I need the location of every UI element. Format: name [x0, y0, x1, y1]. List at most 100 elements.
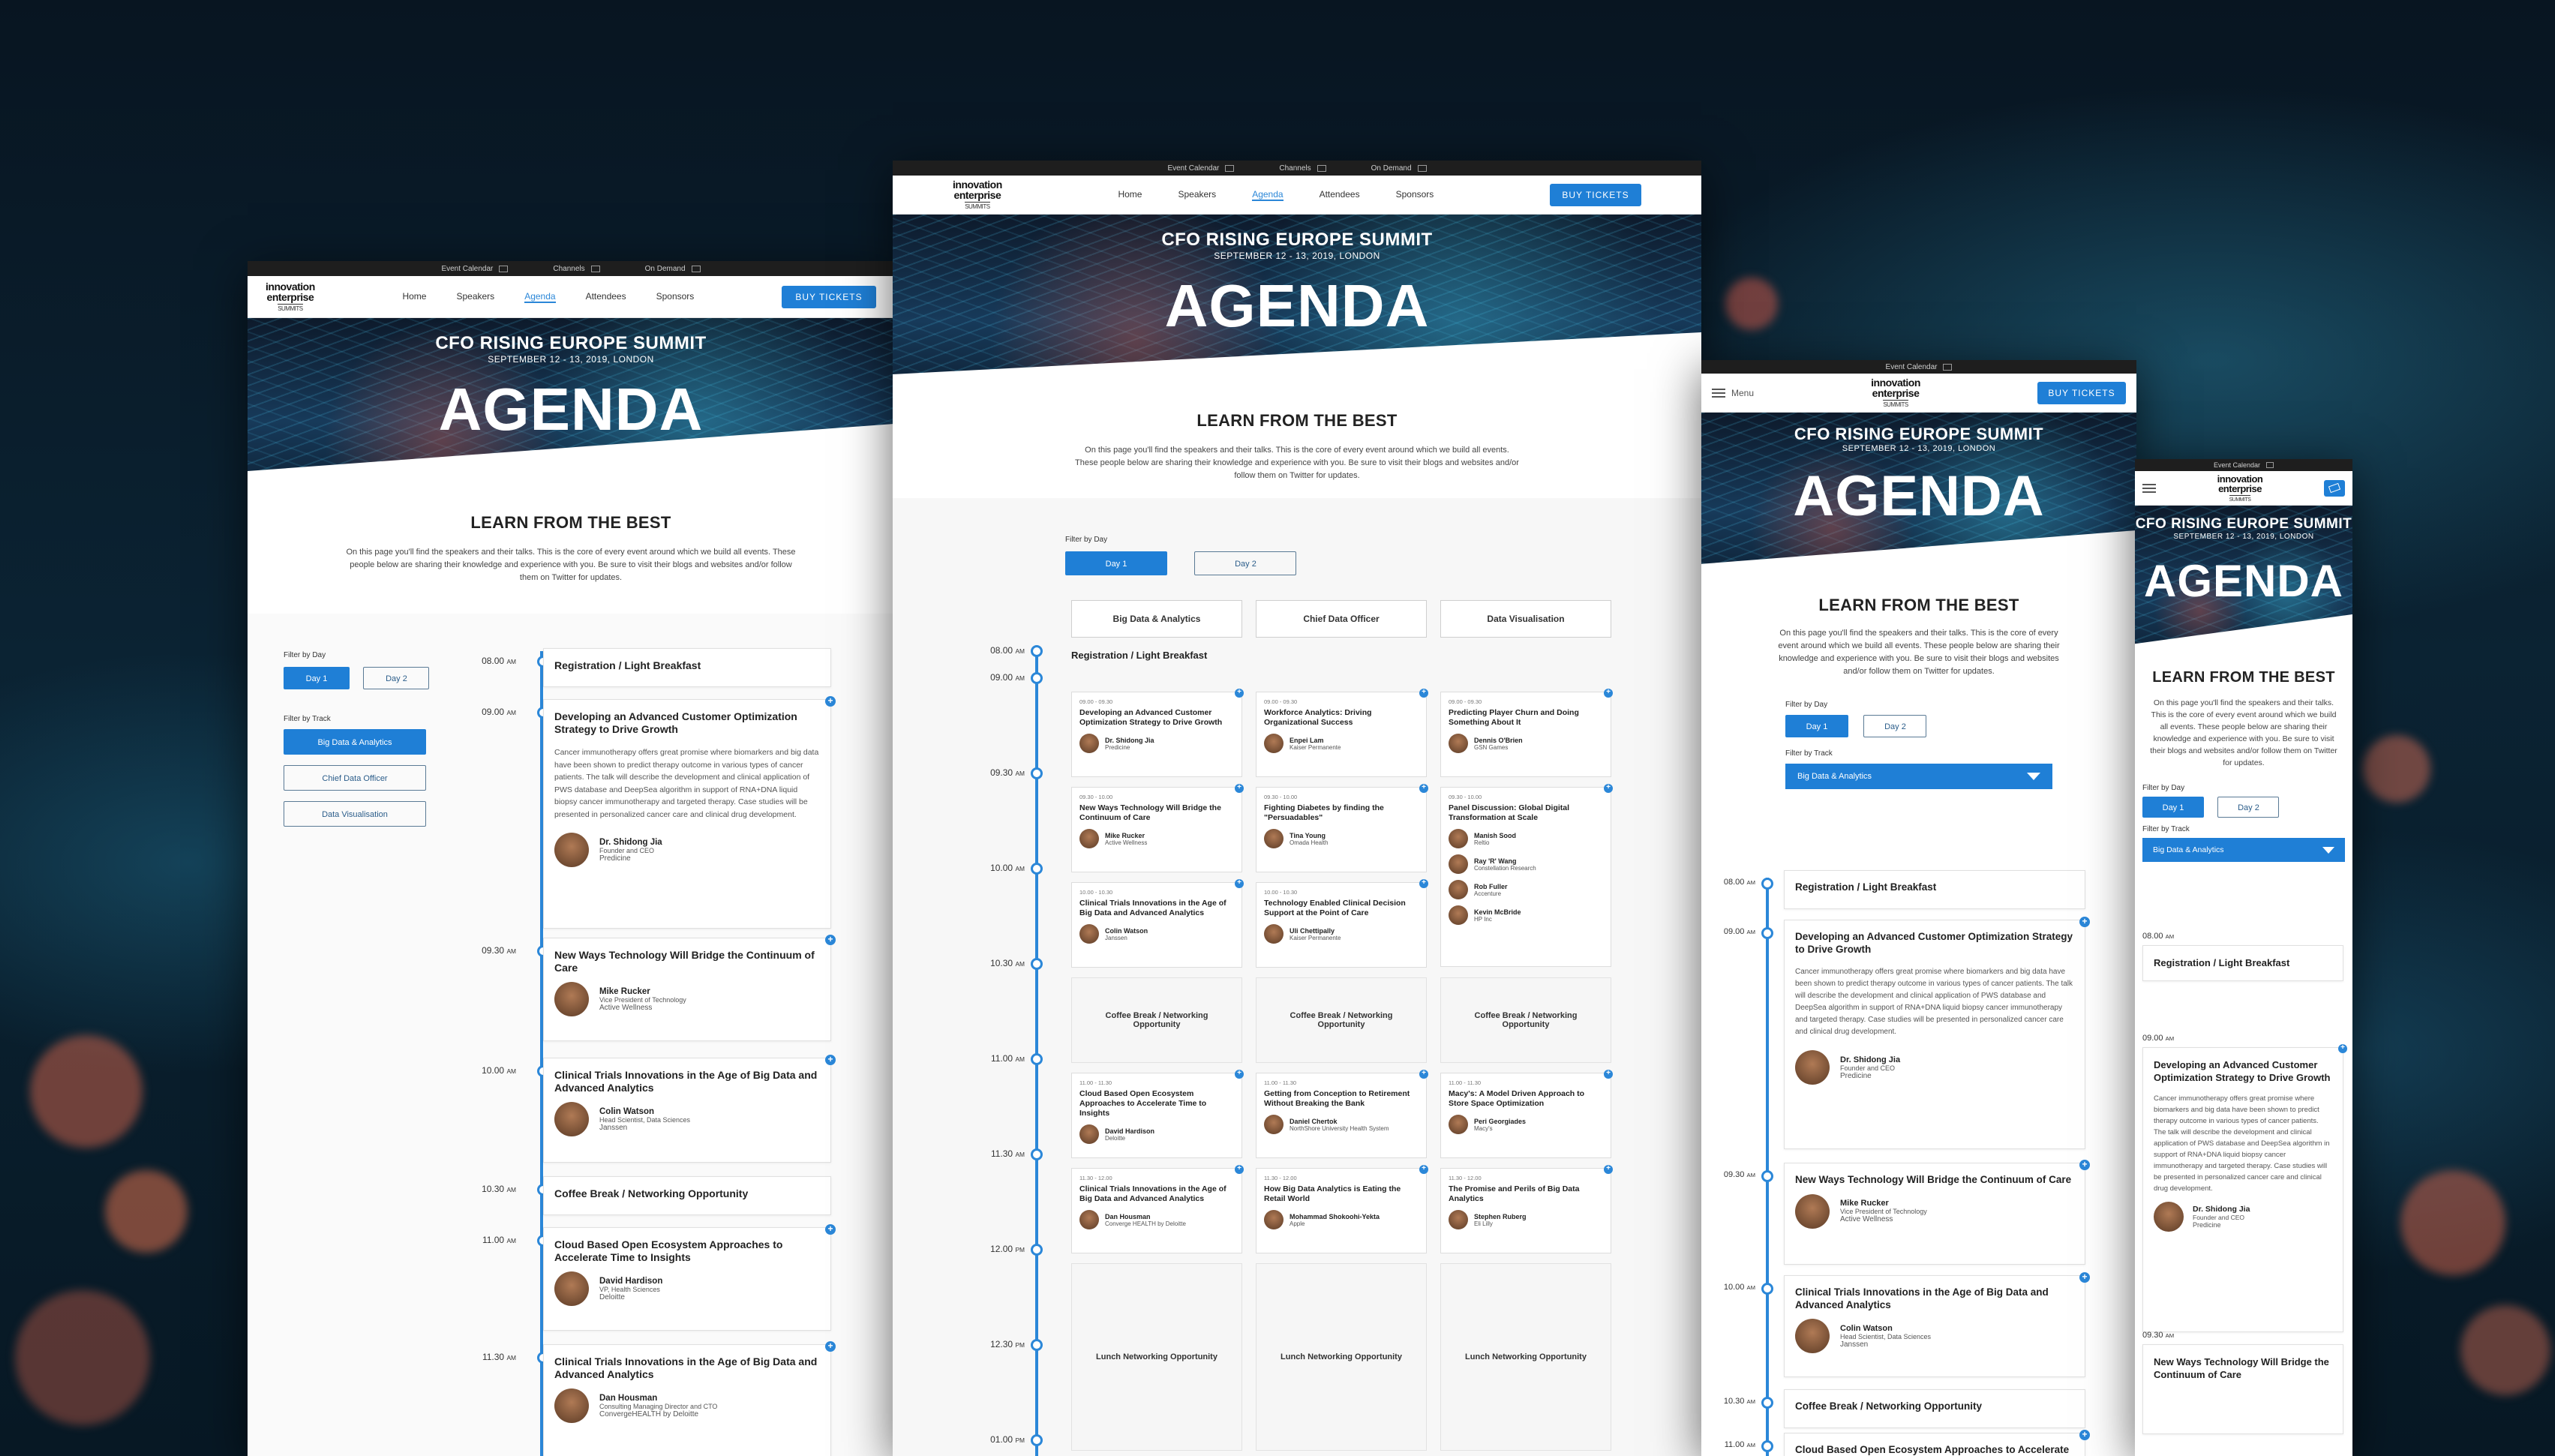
speaker[interactable]: Dan Housman Converge HEALTH by Deloitte [1079, 1210, 1234, 1229]
plus-icon[interactable]: + [825, 696, 836, 707]
grid-session-card[interactable]: 11.00 - 11.30 Getting from Conception to … [1256, 1073, 1427, 1158]
agenda-card[interactable]: New Ways Technology Will Bridge the Cont… [1784, 1163, 2085, 1265]
speaker[interactable]: Kevin McBride HP Inc [1449, 905, 1603, 925]
agenda-card[interactable]: Cloud Based Open Ecosystem Approaches to… [1784, 1433, 2085, 1456]
agenda-card[interactable]: Clinical Trials Innovations in the Age o… [543, 1058, 831, 1163]
day-2-button-4[interactable]: Day 2 [2217, 797, 2280, 818]
ticket-icon[interactable] [2324, 479, 2345, 497]
channels-link[interactable]: Channels [553, 265, 600, 273]
track-select[interactable]: Big Data & Analytics [1785, 764, 2052, 789]
site-logo-2[interactable]: innovation enterprise SUMMITS [953, 179, 1002, 210]
agenda-card[interactable]: Registration / Light Breakfast [543, 648, 831, 687]
nav-home[interactable]: Home [1118, 189, 1142, 201]
speaker[interactable]: Enpei Lam Kaiser Permanente [1264, 734, 1419, 753]
nav-speakers[interactable]: Speakers [1178, 189, 1216, 201]
plus-icon[interactable]: + [2079, 917, 2090, 927]
plus-icon[interactable]: + [1235, 784, 1244, 793]
day-2-button-2[interactable]: Day 2 [1194, 551, 1297, 575]
day-1-button[interactable]: Day 1 [284, 667, 350, 689]
nav-sponsors[interactable]: Sponsors [1396, 189, 1434, 201]
plus-icon[interactable]: + [1419, 784, 1428, 793]
agenda-card[interactable]: Developing an Advanced Customer Optimiza… [2142, 1047, 2343, 1332]
on-demand-link[interactable]: On Demand [645, 265, 701, 273]
plus-icon[interactable]: + [825, 935, 836, 945]
plus-icon[interactable]: + [2079, 1272, 2090, 1283]
agenda-card[interactable]: Clinical Trials Innovations in the Age o… [543, 1344, 831, 1456]
speaker[interactable]: David Hardison Deloitte [1079, 1124, 1234, 1144]
site-logo[interactable]: innovation enterprise SUMMITS [266, 281, 315, 312]
nav-sponsors[interactable]: Sponsors [656, 291, 695, 303]
speaker[interactable]: Daniel Chertok NorthShore University Heal… [1264, 1115, 1419, 1134]
buy-tickets-button-2[interactable]: BUY TICKETS [1550, 183, 1641, 206]
speaker[interactable]: Ray 'R' Wang Constellation Research [1449, 854, 1603, 874]
nav-agenda[interactable]: Agenda [524, 291, 556, 303]
speaker[interactable]: Dan Housman Consulting Managing Director … [554, 1388, 820, 1423]
grid-session-card[interactable]: 09.00 - 09.30 Predicting Player Churn and… [1440, 692, 1611, 777]
nav-attendees[interactable]: Attendees [1320, 189, 1360, 201]
speaker[interactable]: Uli Chettipally Kaiser Permanente [1264, 924, 1419, 944]
plus-icon[interactable]: + [2079, 1430, 2090, 1440]
buy-tickets-button-3[interactable]: BUY TICKETS [2037, 381, 2126, 404]
plus-icon[interactable]: + [1604, 784, 1613, 793]
speaker[interactable]: Mike Rucker Vice President of Technology A… [1795, 1193, 2074, 1229]
menu-toggle[interactable]: Menu [1712, 388, 1754, 398]
plus-icon[interactable]: + [1604, 1165, 1613, 1174]
plus-icon[interactable]: + [1604, 1070, 1613, 1079]
site-logo-4[interactable]: innovation enterprise SUMMITS [2217, 474, 2263, 503]
plus-icon[interactable]: + [1419, 689, 1428, 698]
grid-session-card[interactable]: 11.00 - 11.30 Macy's: A Model Driven Appr… [1440, 1073, 1611, 1158]
plus-icon[interactable]: + [1235, 689, 1244, 698]
track-datavis-button[interactable]: Data Visualisation [284, 801, 426, 827]
agenda-card[interactable]: Coffee Break / Networking Opportunity [543, 1176, 831, 1215]
track-big-data-button[interactable]: Big Data & Analytics [284, 729, 426, 755]
day-2-button-3[interactable]: Day 2 [1863, 715, 1927, 737]
event-calendar-link-4[interactable]: Event Calendar [2214, 461, 2274, 469]
plus-icon[interactable]: + [1235, 879, 1244, 888]
speaker[interactable]: Peri Georgiades Macy's [1449, 1115, 1603, 1134]
nav-home[interactable]: Home [402, 291, 426, 303]
grid-session-card[interactable]: 10.00 - 10.30 Clinical Trials Innovations… [1071, 882, 1242, 968]
speaker[interactable]: Dr. Shidong Jia Founder and CEO Predicine [2154, 1202, 2332, 1232]
buy-tickets-button[interactable]: BUY TICKETS [782, 285, 876, 308]
nav-agenda[interactable]: Agenda [1252, 189, 1284, 201]
grid-session-card[interactable]: 11.00 - 11.30 Cloud Based Open Ecosystem … [1071, 1073, 1242, 1158]
event-calendar-link[interactable]: Event Calendar [441, 265, 509, 273]
speaker[interactable]: David Hardison VP, Health Sciences Deloitt… [554, 1271, 820, 1306]
grid-session-card[interactable]: 11.30 - 12.00 The Promise and Perils of B… [1440, 1168, 1611, 1253]
speaker[interactable]: Dr. Shidong Jia Predicine [1079, 734, 1234, 753]
plus-icon[interactable]: + [1419, 1165, 1428, 1174]
speaker[interactable]: Colin Watson Head Scientist, Data Science… [554, 1102, 820, 1136]
agenda-card[interactable]: Coffee Break / Networking Opportunity [1784, 1389, 2085, 1428]
grid-session-card[interactable]: 09.30 - 10.00 New Ways Technology Will Br… [1071, 787, 1242, 872]
day-1-button-2[interactable]: Day 1 [1065, 551, 1167, 575]
speaker[interactable]: Mike Rucker Active Wellness [1079, 829, 1234, 848]
day-1-button-3[interactable]: Day 1 [1785, 715, 1848, 737]
speaker[interactable]: Rob Fuller Accenture [1449, 880, 1603, 899]
agenda-card[interactable]: Clinical Trials Innovations in the Age o… [1784, 1275, 2085, 1377]
speaker[interactable]: Mike Rucker Vice President of Technology A… [554, 982, 820, 1016]
speaker[interactable]: Colin Watson Janssen [1079, 924, 1234, 944]
grid-session-card[interactable]: 09.30 - 10.00 Fighting Diabetes by findin… [1256, 787, 1427, 872]
plus-icon[interactable]: + [825, 1224, 836, 1235]
speaker[interactable]: Stephen Ruberg Eli Lilly [1449, 1210, 1603, 1229]
plus-icon[interactable]: + [1235, 1070, 1244, 1079]
day-2-button[interactable]: Day 2 [363, 667, 430, 689]
track-head-cdo[interactable]: Chief Data Officer [1256, 600, 1427, 638]
track-head-datavis[interactable]: Data Visualisation [1440, 600, 1611, 638]
plus-icon[interactable]: + [2079, 1160, 2090, 1170]
grid-session-card[interactable]: 09.30 - 10.00 Panel Discussion: Global Di… [1440, 787, 1611, 967]
track-head-big-data[interactable]: Big Data & Analytics [1071, 600, 1242, 638]
day-1-button-4[interactable]: Day 1 [2142, 797, 2204, 818]
agenda-card[interactable]: Developing an Advanced Customer Optimiza… [543, 699, 831, 929]
on-demand-link-2[interactable]: On Demand [1371, 164, 1427, 173]
plus-icon[interactable]: + [1419, 1070, 1428, 1079]
agenda-card[interactable]: Cloud Based Open Ecosystem Approaches to… [543, 1227, 831, 1331]
event-calendar-link-2[interactable]: Event Calendar [1167, 164, 1235, 173]
site-logo-3[interactable]: innovation enterprise SUMMITS [1871, 377, 1920, 408]
agenda-card[interactable]: New Ways Technology Will Bridge the Cont… [543, 938, 831, 1041]
channels-link-2[interactable]: Channels [1279, 164, 1326, 173]
speaker[interactable]: Mohammad Shokoohi-Yekta Apple [1264, 1210, 1419, 1229]
speaker[interactable]: Dr. Shidong Jia Founder and CEO Predicine [554, 833, 820, 867]
plus-icon[interactable]: + [825, 1055, 836, 1065]
nav-speakers[interactable]: Speakers [456, 291, 494, 303]
